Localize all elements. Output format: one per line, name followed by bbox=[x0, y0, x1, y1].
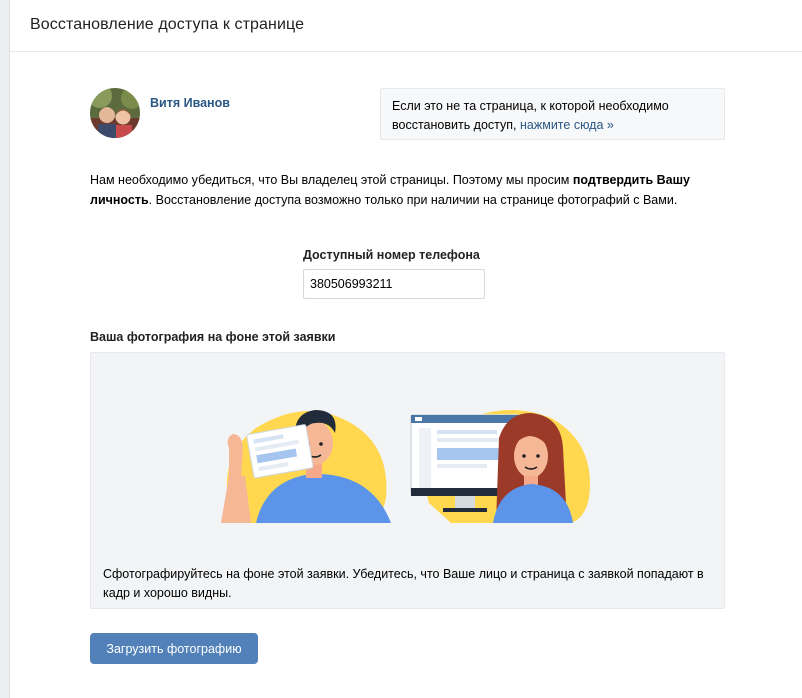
page-header: Восстановление доступа к странице bbox=[10, 0, 802, 52]
man-with-request-illustration bbox=[221, 410, 391, 523]
page-title: Восстановление доступа к странице bbox=[30, 16, 305, 33]
intro-part-1: Нам необходимо убедиться, что Вы владеле… bbox=[90, 173, 573, 187]
avatar[interactable] bbox=[90, 88, 140, 138]
wrong-page-notice: Если это не та страница, к которой необх… bbox=[380, 88, 725, 140]
phone-field-group: Доступный номер телефона bbox=[303, 248, 485, 299]
woman-at-monitor-illustration bbox=[410, 410, 590, 523]
intro-part-2: . Восстановление доступа возможно только… bbox=[148, 193, 678, 207]
profile-name-link[interactable]: Витя Иванов bbox=[150, 96, 230, 110]
photo-hint: Сфотографируйтесь на фоне этой заявки. У… bbox=[103, 567, 704, 600]
profile-card: Витя Иванов bbox=[90, 88, 230, 138]
photo-illustration bbox=[221, 410, 590, 523]
photo-instructions-box: Сфотографируйтесь на фоне этой заявки. У… bbox=[90, 352, 725, 609]
photo-section-label: Ваша фотография на фоне этой заявки bbox=[90, 330, 336, 344]
wrong-page-link[interactable]: нажмите сюда » bbox=[520, 118, 614, 132]
phone-input[interactable] bbox=[303, 269, 485, 299]
upload-photo-button[interactable]: Загрузить фотографию bbox=[90, 633, 258, 664]
phone-label: Доступный номер телефона bbox=[303, 248, 480, 262]
recovery-page: Восстановление доступа к странице Витя И… bbox=[9, 0, 802, 698]
intro-text: Нам необходимо убедиться, что Вы владеле… bbox=[90, 170, 730, 210]
